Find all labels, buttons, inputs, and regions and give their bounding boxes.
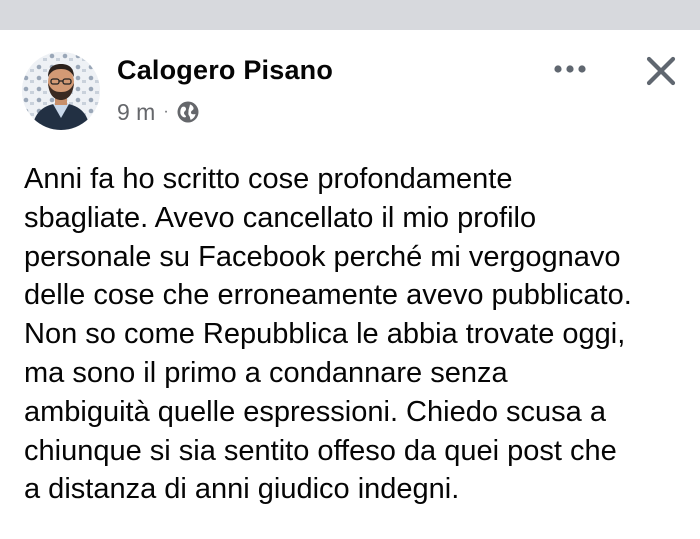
post-text-line: ambiguità quelle espressioni. Chiedo scu… (24, 395, 606, 428)
post-text-line: delle cose che erroneamente avevo pubbli… (24, 279, 632, 312)
globe-icon[interactable] (176, 100, 200, 124)
top-strip (0, 0, 700, 30)
post-text-line: chiunque si sia sentito offeso da quei p… (24, 434, 617, 467)
post-text-line: sbagliate. Avevo cancellato il mio profi… (24, 201, 537, 234)
facebook-post: Calogero Pisano 9 m · Anni fa ho scritto… (0, 30, 700, 539)
post-text-line: a distanza di anni giudico indegni. (24, 473, 460, 506)
post-text-line: Non so come Repubblica le abbia trovate … (24, 318, 626, 351)
post-text-line: personale su Facebook perché mi vergogna… (24, 240, 621, 273)
post-text: Anni fa ho scritto cose profondamente sb… (24, 160, 689, 509)
more-options-button[interactable] (548, 54, 592, 84)
close-button[interactable] (640, 50, 682, 92)
more-options-icon (554, 65, 586, 73)
timestamp[interactable]: 9 m (117, 99, 155, 126)
post-text-line: Anni fa ho scritto cose profondamente (24, 163, 513, 195)
meta-separator: · (163, 103, 169, 120)
profile-photo (22, 52, 100, 130)
author-name[interactable]: Calogero Pisano (117, 55, 333, 86)
avatar[interactable] (22, 52, 100, 130)
post-text-line: ma sono il primo a condannare senza (24, 356, 508, 389)
close-icon (646, 56, 676, 86)
post-meta: 9 m · (117, 97, 200, 127)
